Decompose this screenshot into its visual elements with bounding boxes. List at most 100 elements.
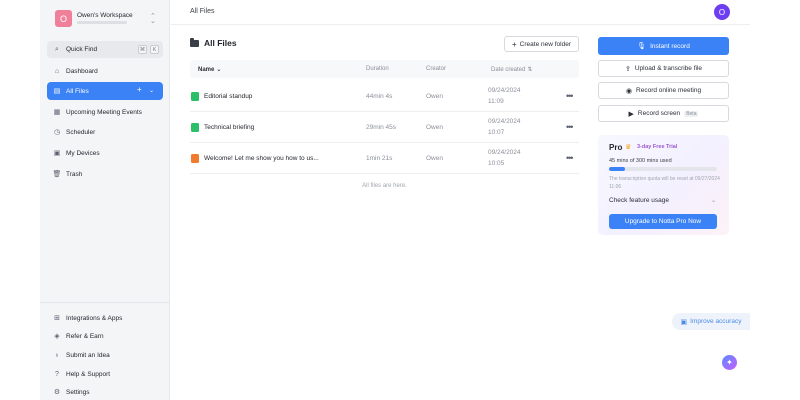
- column-date-created[interactable]: Date created ⇅: [491, 66, 532, 73]
- table-row[interactable]: Welcome! Let me show you how to us... 1m…: [190, 144, 579, 174]
- quick-find-button[interactable]: ⌕ Quick Find ⌘ K: [47, 41, 163, 58]
- usage-text: 45 mins of 300 mins used: [609, 158, 672, 164]
- column-name[interactable]: Name ⌄: [198, 66, 221, 73]
- column-duration: Duration: [366, 66, 389, 72]
- cmd-key-badge: ⌘: [138, 45, 147, 54]
- device-icon: ▣: [53, 150, 61, 157]
- video-icon: [191, 154, 199, 163]
- page-title: All Files: [190, 37, 237, 48]
- check-feature-usage[interactable]: Check feature usage: [609, 197, 669, 204]
- usage-progress-bar: [609, 167, 717, 171]
- workspace-subtitle-placeholder: [77, 21, 127, 24]
- file-creator: Owen: [426, 124, 443, 131]
- files-icon: ▤: [53, 88, 61, 95]
- plan-title: Pro: [609, 143, 623, 152]
- chevron-down-icon: ⌄: [216, 67, 222, 73]
- chevron-down-icon[interactable]: ⌄: [711, 197, 716, 204]
- file-name[interactable]: Welcome! Let me show you how to us...: [204, 155, 319, 162]
- page-title-text: All Files: [204, 38, 237, 48]
- gear-icon: ⚙: [53, 389, 61, 396]
- sort-icon: ⇅: [527, 67, 533, 73]
- workspace-switcher[interactable]: O Owen's Workspace ⌃ ⌄: [55, 10, 160, 30]
- more-options-icon[interactable]: •••: [566, 91, 574, 101]
- workspace-name: Owen's Workspace: [77, 12, 133, 19]
- add-icon[interactable]: +: [137, 85, 142, 94]
- sidebar-item-label: Scheduler: [66, 128, 96, 136]
- file-time: 10:05: [488, 160, 505, 167]
- plus-icon: +: [512, 39, 517, 49]
- integrations-icon: ⊞: [54, 315, 60, 322]
- instant-record-button[interactable]: 🎙 Instant record: [598, 37, 729, 55]
- file-duration: 29min 45s: [366, 124, 396, 131]
- sidebar-item-trash[interactable]: 🗑 Trash: [47, 165, 163, 183]
- ai-assistant-button[interactable]: ✦: [722, 355, 737, 370]
- improve-accuracy-button[interactable]: ▣ Improve accuracy: [672, 313, 750, 330]
- gift-icon: ◈: [54, 333, 60, 340]
- trash-icon: 🗑: [52, 171, 62, 178]
- sidebar-item-label: Refer & Earn: [66, 332, 104, 340]
- improve-accuracy-label: Improve accuracy: [690, 318, 742, 325]
- workspace-avatar: O: [55, 10, 72, 27]
- sidebar-item-scheduler[interactable]: ◷ Scheduler: [47, 123, 163, 141]
- sidebar-item-my-devices[interactable]: ▣ My Devices: [47, 144, 163, 162]
- more-options-icon[interactable]: •••: [566, 122, 574, 132]
- sidebar-item-label: Submit an Idea: [66, 351, 110, 359]
- record-screen-button[interactable]: ▶ Record screen Beta: [598, 105, 729, 122]
- meeting-icon: ◉: [625, 87, 633, 95]
- sidebar-item-submit-idea[interactable]: ♁ Submit an Idea: [47, 346, 163, 364]
- pro-plan-card: Pro ♛ 3-day Free Trial 45 mins of 300 mi…: [598, 135, 729, 235]
- sidebar-item-integrations[interactable]: ⊞ Integrations & Apps: [47, 309, 163, 327]
- sidebar-item-label: Dashboard: [66, 67, 98, 75]
- sidebar-item-dashboard[interactable]: ⌂ Dashboard: [47, 62, 163, 80]
- sidebar: O Owen's Workspace ⌃ ⌄ ⌕ Quick Find ⌘ K ⌂…: [40, 0, 170, 400]
- create-folder-label: Create new folder: [519, 40, 571, 48]
- sidebar-item-label: Settings: [66, 388, 90, 396]
- sidebar-item-label: Integrations & Apps: [66, 314, 123, 322]
- sidebar-item-label: Upcoming Meeting Events: [66, 108, 142, 116]
- quick-find-label: Quick Find: [66, 46, 98, 53]
- file-duration: 1min 21s: [366, 155, 393, 162]
- file-date: 09/24/2024: [488, 118, 521, 125]
- sidebar-item-label: All Files: [66, 87, 89, 95]
- document-icon: [191, 123, 199, 132]
- search-icon: ⌕: [55, 45, 59, 53]
- user-avatar[interactable]: O: [714, 4, 730, 20]
- table-row[interactable]: Technical briefing 29min 45s Owen 09/24/…: [190, 113, 579, 143]
- upload-icon: ⇪: [624, 65, 631, 73]
- record-meeting-label: Record online meeting: [636, 87, 702, 94]
- usage-progress-fill: [609, 167, 626, 171]
- sidebar-item-label: Help & Support: [66, 370, 111, 378]
- k-key-badge: K: [150, 45, 159, 54]
- file-creator: Owen: [426, 93, 443, 100]
- more-options-icon[interactable]: •••: [566, 153, 574, 163]
- sidebar-item-settings[interactable]: ⚙ Settings: [47, 383, 163, 400]
- file-creator: Owen: [426, 155, 443, 162]
- trial-badge: 3-day Free Trial: [637, 144, 678, 150]
- file-name[interactable]: Technical briefing: [204, 124, 254, 131]
- crown-icon: ♛: [625, 144, 632, 151]
- chevron-updown-icon[interactable]: ⌃ ⌄: [150, 13, 156, 25]
- create-folder-button[interactable]: + Create new folder: [504, 36, 579, 52]
- table-row[interactable]: Editorial standup 44min 4s Owen 09/24/20…: [190, 82, 579, 112]
- list-footer-note: All files are here.: [362, 183, 407, 189]
- camera-icon: ▶: [628, 110, 634, 118]
- upgrade-button[interactable]: Upgrade to Notta Pro Now: [609, 214, 717, 229]
- record-screen-label: Record screen: [637, 110, 681, 117]
- sidebar-item-all-files[interactable]: ▤ All Files + ⌄: [47, 82, 163, 100]
- beta-badge: Beta: [684, 110, 699, 117]
- upload-transcribe-button[interactable]: ⇪ Upload & transcribe file: [598, 60, 729, 77]
- sparkle-icon: ✦: [726, 358, 733, 367]
- chevron-down-icon[interactable]: ⌄: [149, 87, 154, 94]
- sidebar-item-refer-earn[interactable]: ◈ Refer & Earn: [47, 327, 163, 345]
- record-meeting-button[interactable]: ◉ Record online meeting: [598, 82, 729, 99]
- document-icon: [191, 92, 199, 101]
- folder-icon: [190, 37, 199, 47]
- sidebar-item-help-support[interactable]: ? Help & Support: [47, 365, 163, 383]
- file-date: 09/24/2024: [488, 149, 521, 156]
- sidebar-item-upcoming-meetings[interactable]: ▦ Upcoming Meeting Events: [47, 103, 163, 121]
- accuracy-icon: ▣: [680, 318, 688, 326]
- file-name[interactable]: Editorial standup: [204, 93, 252, 100]
- scheduler-icon: ◷: [53, 129, 61, 136]
- calendar-icon: ▦: [53, 109, 61, 116]
- breadcrumb: All Files: [190, 8, 215, 15]
